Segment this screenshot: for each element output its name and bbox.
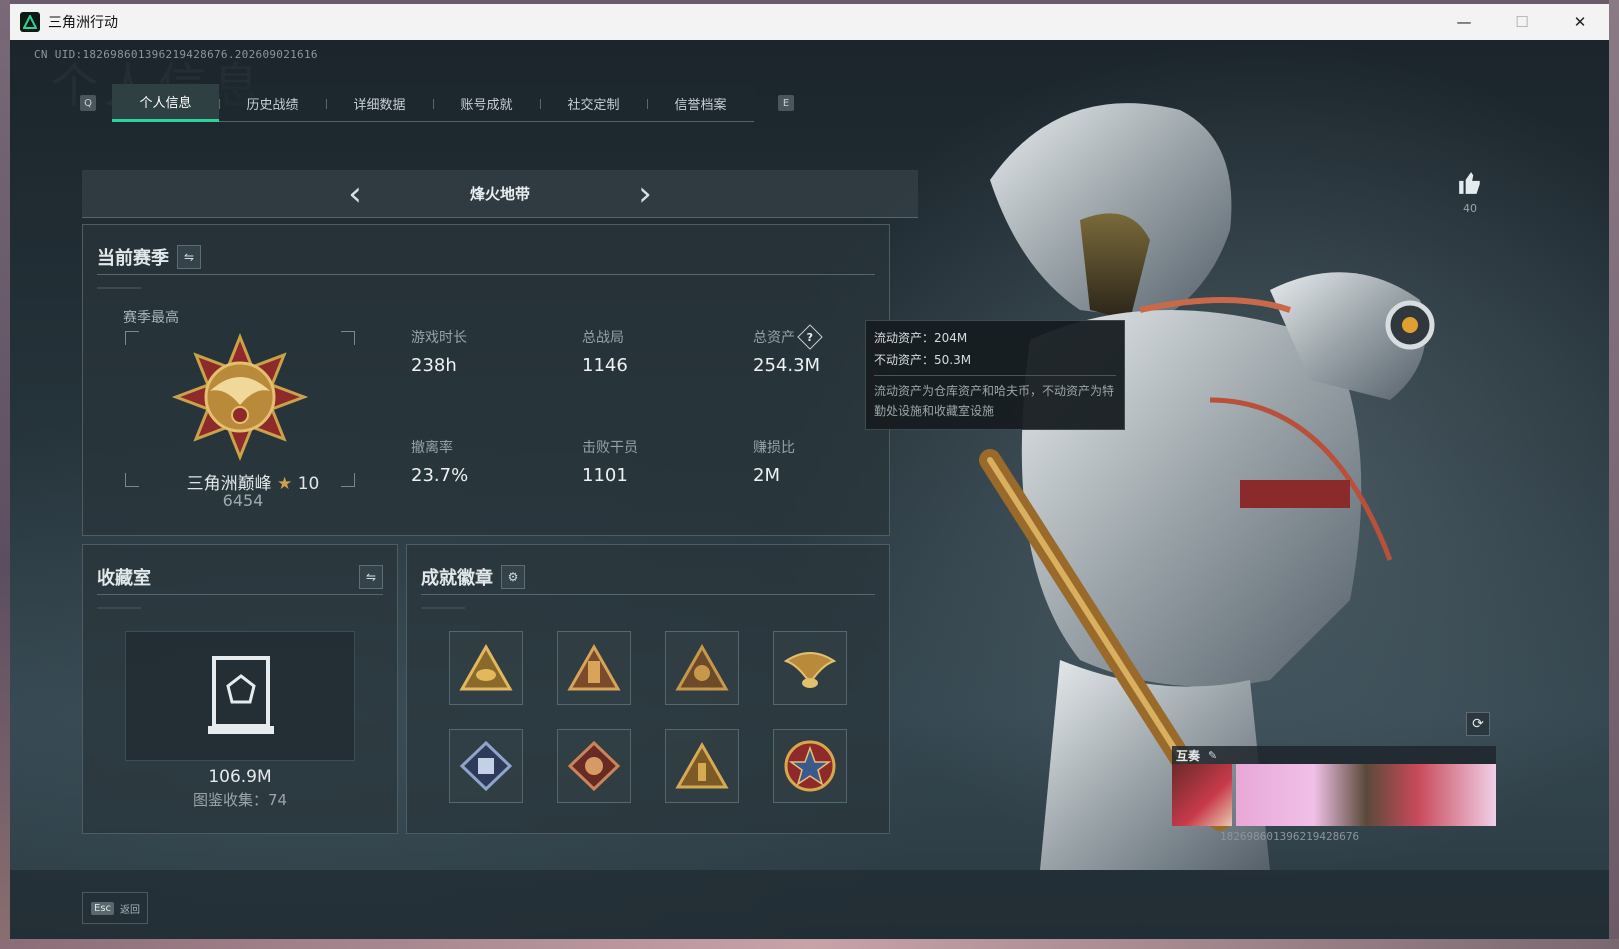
like-count: 40	[1463, 202, 1477, 215]
badge-grid	[449, 631, 847, 803]
desktop-background-left	[0, 0, 10, 949]
collection-value: 106.9M	[208, 767, 272, 787]
bottom-bar	[10, 870, 1609, 939]
panel-title: 收藏室	[97, 567, 151, 589]
game-viewport: 个人信息 CN UID:1826986013962194286​76.20260…	[10, 40, 1609, 939]
title-bar[interactable]: 三角洲行动 — ☐ ✕	[10, 4, 1609, 40]
mode-prev-button[interactable]: ‹	[335, 177, 375, 211]
triangle-eye-badge-icon[interactable]	[449, 631, 523, 705]
help-icon[interactable]: ?	[797, 324, 823, 350]
collection-count: 图鉴收集：74	[192, 791, 288, 809]
tab-personal-info[interactable]: 个人信息	[112, 84, 219, 122]
desktop-background-bottom	[0, 939, 1619, 949]
rank-score: 6454	[222, 491, 264, 510]
current-season-panel: 当前赛季 ⇋ 赛季最高 三角洲巅峰 ★ 10 6454 游戏时长 238h 总战…	[82, 224, 890, 536]
tooltip-description: 流动资产为仓库资产和哈夫币，不动资产为特勤处设施和收藏室设施	[874, 384, 1115, 418]
minimize-button[interactable]: —	[1435, 4, 1493, 40]
close-button[interactable]: ✕	[1551, 4, 1609, 40]
stat-profit-loss: 赚损比 2M	[753, 440, 795, 486]
season-best-label: 赛季最高	[123, 310, 179, 326]
divider	[97, 287, 141, 289]
duo-label: 互奏	[1176, 748, 1201, 763]
app-window: 三角洲行动 — ☐ ✕ 个人信息 CN UID:1826986013962194…	[10, 4, 1609, 939]
duo-uid: 1826986013962194286​76	[1220, 830, 1360, 843]
edit-icon[interactable]: ✎	[1208, 749, 1217, 762]
window-title: 三角洲行动	[48, 15, 118, 31]
maximize-button[interactable]: ☐	[1493, 4, 1551, 40]
like-button[interactable]: 40	[1450, 170, 1490, 215]
tab-social[interactable]: 社交定制	[540, 84, 647, 122]
collection-panel: 收藏室 ⇋ 106.9M 图鉴收集：74	[82, 544, 398, 834]
triangle-soldier-badge-icon[interactable]	[665, 729, 739, 803]
app-logo-icon	[20, 12, 40, 32]
mode-next-button[interactable]: ›	[625, 177, 665, 211]
mode-selector: ‹ 烽火地带 ›	[82, 170, 918, 218]
desktop-background-right	[1609, 0, 1619, 949]
divider	[97, 607, 141, 609]
tab-detailed-data[interactable]: 详细数据	[326, 84, 433, 122]
tab-achievements[interactable]: 账号成就	[433, 84, 540, 122]
rank-emblem-icon	[171, 333, 309, 462]
refresh-icon[interactable]: ⟳	[1466, 712, 1490, 736]
swap-icon[interactable]: ⇋	[359, 564, 383, 589]
duo-avatar	[1172, 764, 1232, 826]
star-shield-badge-icon[interactable]	[773, 729, 847, 803]
tab-bar: Q 个人信息 历史战绩 详细数据 账号成就 社交定制 信誉档案 E	[80, 84, 794, 122]
back-label: 返回	[120, 904, 141, 916]
stat-extraction-rate: 撤离率 23.7%	[411, 440, 469, 486]
display-case-icon	[208, 656, 274, 734]
triangle-skull-badge-icon[interactable]	[665, 631, 739, 705]
tooltip-liquid-assets: 流动资产：204M	[874, 331, 968, 345]
achievements-panel: 成就徽章 ⚙	[406, 544, 890, 834]
dragon-diamond-badge-icon[interactable]	[557, 729, 631, 803]
duo-banner	[1236, 764, 1496, 826]
cube-diamond-badge-icon[interactable]	[449, 729, 523, 803]
tab-history[interactable]: 历史战绩	[219, 84, 326, 122]
mode-name: 烽火地带	[469, 185, 530, 203]
tab-reputation[interactable]: 信誉档案	[647, 84, 754, 122]
stat-play-time: 游戏时长 238h	[411, 330, 467, 376]
esc-key-hint: Esc	[91, 901, 115, 915]
tab-prev-key-hint[interactable]: Q	[80, 95, 96, 111]
assets-tooltip: 流动资产：204M 不动资产：50.3M 流动资产为仓库资产和哈夫币，不动资产为…	[865, 320, 1125, 430]
tab-next-key-hint[interactable]: E	[778, 95, 794, 111]
eagle-crest-badge-icon[interactable]	[773, 631, 847, 705]
duo-card[interactable]: 互奏 ✎	[1172, 746, 1496, 826]
thumbs-up-icon	[1459, 172, 1480, 194]
collection-display[interactable]	[125, 631, 355, 761]
tooltip-fixed-assets: 不动资产：50.3M	[874, 353, 972, 367]
stat-total-assets: 总资产 ? 254.3M	[753, 324, 823, 376]
triangle-tower-badge-icon[interactable]	[557, 631, 631, 705]
divider	[421, 607, 465, 609]
back-button[interactable]: Esc 返回	[82, 892, 148, 924]
rank-frame	[125, 331, 355, 487]
panel-title: 当前赛季	[97, 247, 169, 269]
gear-icon[interactable]: ⚙	[501, 564, 525, 589]
uid-label: CN UID:1826986013962194286​76.2026090216…	[34, 48, 318, 61]
stat-total-matches: 总战局 1146	[582, 330, 628, 376]
stat-operators-defeated: 击败干员 1101	[582, 440, 638, 486]
panel-title: 成就徽章	[421, 567, 493, 589]
swap-icon[interactable]: ⇋	[177, 244, 201, 269]
